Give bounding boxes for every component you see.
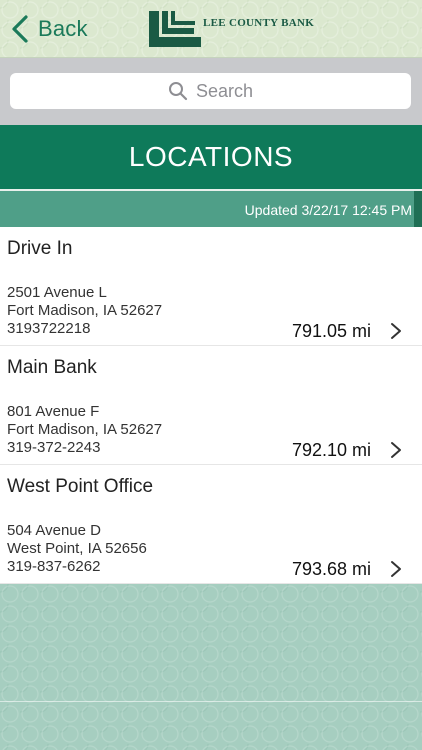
chevron-left-icon	[12, 15, 28, 43]
page-title-bar: LOCATIONS	[0, 125, 422, 189]
search-icon	[168, 82, 188, 101]
location-address: 801 Avenue F Fort Madison, IA 52627 319-…	[7, 403, 162, 457]
locations-list: Drive In 2501 Avenue L Fort Madison, IA …	[0, 227, 422, 584]
address-line2: West Point, IA 52656	[7, 540, 147, 557]
location-address: 504 Avenue D West Point, IA 52656 319-83…	[7, 522, 147, 576]
location-item-west-point-office[interactable]: West Point Office 504 Avenue D West Poin…	[0, 465, 422, 584]
location-phone[interactable]: 319-837-6262	[7, 558, 147, 576]
nav-header: Back Lee County Bank	[0, 0, 422, 58]
location-name: Main Bank	[7, 357, 97, 378]
chevron-right-icon	[391, 323, 401, 339]
address-line1: 2501 Avenue L	[7, 284, 107, 301]
location-address: 2501 Avenue L Fort Madison, IA 52627 319…	[7, 284, 162, 338]
back-label: Back	[38, 16, 88, 41]
chevron-right-icon	[391, 561, 401, 577]
search-placeholder: Search	[195, 80, 254, 101]
address-line1: 801 Avenue F	[7, 403, 100, 420]
location-name: West Point Office	[7, 476, 154, 497]
location-distance: 793.68 mi	[291, 559, 371, 579]
back-button[interactable]: Back	[8, 12, 88, 46]
page-title: LOCATIONS	[128, 141, 294, 172]
bank-logo: Lee County Bank	[149, 11, 314, 47]
address-line2: Fort Madison, IA 52627	[7, 421, 163, 438]
location-item-main-bank[interactable]: Main Bank 801 Avenue F Fort Madison, IA …	[0, 346, 422, 465]
updated-status-bar: Updated 3/22/17 12:45 PM	[0, 189, 422, 227]
address-line2: Fort Madison, IA 52627	[7, 302, 163, 319]
updated-timestamp: Updated 3/22/17 12:45 PM	[244, 202, 412, 218]
bank-logo-mark-icon	[149, 11, 201, 47]
location-phone[interactable]: 3193722218	[7, 320, 162, 338]
location-distance: 791.05 mi	[291, 321, 371, 341]
location-distance: 792.10 mi	[291, 440, 371, 460]
location-phone[interactable]: 319-372-2243	[7, 439, 162, 457]
bank-logo-text: Lee County Bank	[203, 17, 315, 29]
search-bar: Search	[0, 58, 422, 125]
updated-bar-edge	[414, 191, 422, 227]
location-name: Drive In	[7, 238, 73, 259]
footer-background	[0, 584, 422, 750]
location-item-drive-in[interactable]: Drive In 2501 Avenue L Fort Madison, IA …	[0, 227, 422, 346]
search-input[interactable]: Search	[10, 73, 411, 109]
footer-divider	[0, 701, 422, 702]
address-line1: 504 Avenue D	[7, 522, 101, 539]
chevron-right-icon	[391, 442, 401, 458]
